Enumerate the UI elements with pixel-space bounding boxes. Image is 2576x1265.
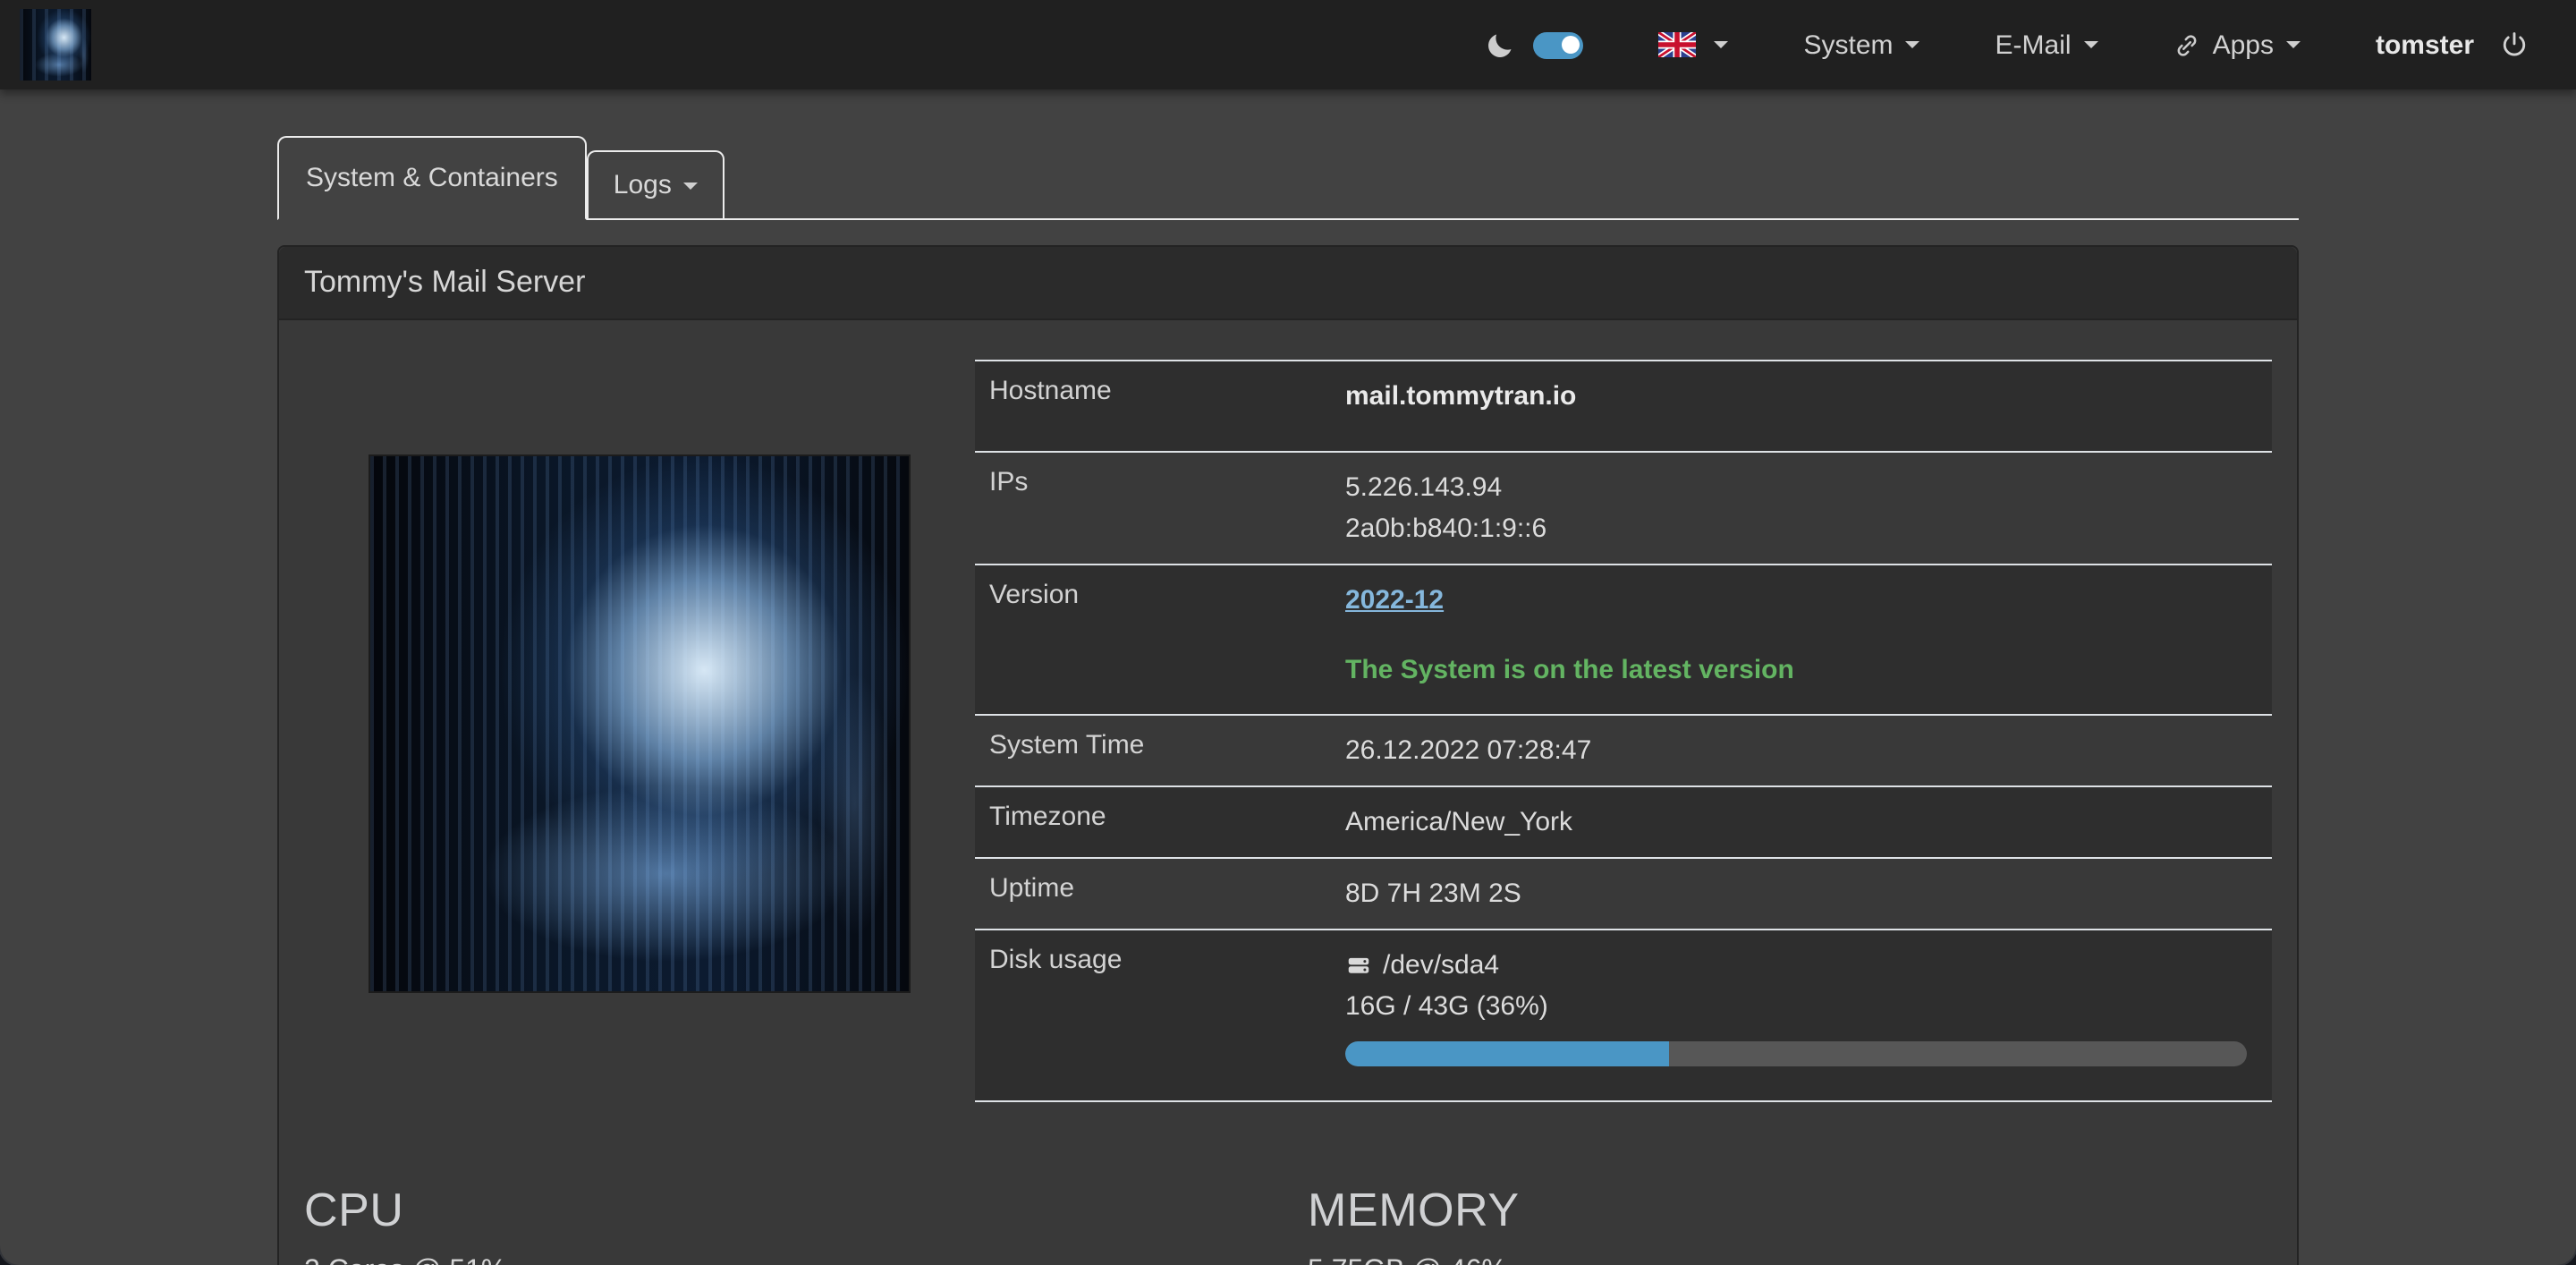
table-row: System Time 26.12.2022 07:28:47: [975, 714, 2272, 785]
ipv6-value: 2a0b:b840:1:9::6: [1345, 508, 2247, 549]
disk-device: /dev/sda4: [1383, 945, 1499, 986]
card-title: Tommy's Mail Server: [279, 247, 2297, 320]
menu-email[interactable]: E-Mail: [1996, 30, 2098, 60]
uk-flag-icon: [1659, 32, 1697, 57]
memory-detail: 5.75GB @ 46%: [1308, 1256, 2272, 1265]
table-row: IPs 5.226.143.94 2a0b:b840:1:9::6: [975, 451, 2272, 564]
cpu-title: CPU: [304, 1183, 1288, 1238]
server-info-card: Tommy's Mail Server Hostname mail.tommyt…: [277, 245, 2299, 1265]
disk-progress-fill: [1345, 1041, 1670, 1066]
ipv4-value: 5.226.143.94: [1345, 467, 2247, 508]
table-row: Version 2022-12 The System is on the lat…: [975, 564, 2272, 714]
memory-stat: MEMORY 5.75GB @ 46%: [1288, 1183, 2272, 1265]
server-image: [370, 456, 909, 991]
disk-usage-text: 16G / 43G (36%): [1345, 986, 2247, 1027]
chevron-down-icon: [684, 182, 699, 196]
tab-bar: System & Containers Logs: [277, 136, 2299, 220]
chevron-down-icon: [2286, 41, 2301, 55]
tab-system-containers[interactable]: System & Containers: [277, 136, 587, 220]
menu-system[interactable]: System: [1804, 30, 1920, 60]
stats-section: CPU 2 Cores @ 51% MEMORY 5.75GB @ 46%: [304, 1183, 2272, 1265]
cpu-stat: CPU 2 Cores @ 51%: [304, 1183, 1288, 1265]
brand-logo[interactable]: [20, 9, 91, 81]
navbar: System E-Mail Apps: [0, 0, 2576, 89]
language-dropdown[interactable]: [1659, 32, 1729, 57]
hostname-value: mail.tommytran.io: [1345, 361, 2272, 451]
tab-logs-dropdown[interactable]: Logs: [587, 150, 725, 218]
table-row: Hostname mail.tommytran.io: [975, 360, 2272, 451]
link-icon: [2174, 31, 2200, 58]
server-info-table: Hostname mail.tommytran.io IPs 5.226.143…: [975, 360, 2272, 1102]
moon-icon: [1486, 30, 1516, 60]
chevron-down-icon: [2084, 41, 2098, 55]
username: tomster: [2376, 30, 2474, 60]
chevron-down-icon: [1715, 41, 1729, 55]
dark-mode-toggle[interactable]: [1534, 31, 1584, 58]
memory-title: MEMORY: [1308, 1183, 2272, 1238]
table-row: Disk usage: [975, 929, 2272, 1100]
table-row: Timezone America/New_York: [975, 785, 2272, 857]
version-status: The System is on the latest version: [1345, 649, 2247, 691]
system-time-value: 26.12.2022 07:28:47: [1345, 716, 2272, 785]
menu-apps[interactable]: Apps: [2174, 30, 2301, 60]
timezone-value: America/New_York: [1345, 787, 2272, 857]
browser-page: System E-Mail Apps: [0, 0, 2576, 1265]
dark-mode-control: [1486, 30, 1584, 60]
chevron-down-icon: [1906, 41, 1920, 55]
power-icon[interactable]: [2499, 30, 2529, 60]
server-artwork-column: [304, 345, 975, 1102]
hdd-icon: [1345, 952, 1372, 979]
cpu-detail: 2 Cores @ 51%: [304, 1256, 1288, 1265]
version-link[interactable]: 2022-12: [1345, 585, 1444, 616]
uptime-value: 8D 7H 23M 2S: [1345, 859, 2272, 929]
table-row: Uptime 8D 7H 23M 2S: [975, 857, 2272, 929]
disk-usage-progress: [1345, 1041, 2247, 1066]
